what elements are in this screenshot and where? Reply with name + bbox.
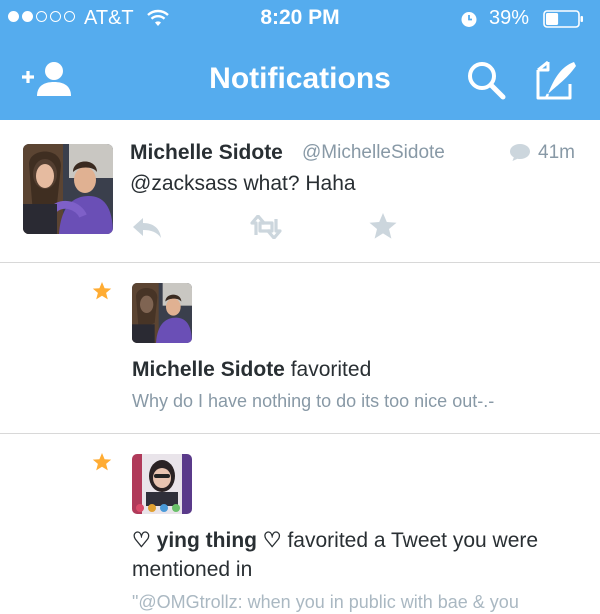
search-icon[interactable] [464,58,508,102]
header: AT&T 8:20 PM 39% Notifications [0,0,600,120]
page-title: Notifications [209,62,391,95]
avatar[interactable] [132,283,192,343]
retweet-icon[interactable] [248,215,284,239]
tweet-author-handle[interactable]: @MichelleSidote [302,142,445,164]
notification-action: favorited [284,358,372,381]
tweet-author-name[interactable]: Michelle Sidote [130,141,283,165]
tweet-text: @zacksass what? Haha [130,172,356,195]
alarm-icon [461,12,477,27]
star-icon [92,453,112,471]
notification-text: Michelle Sidote favorited [132,355,371,384]
reply-icon[interactable] [131,215,163,239]
notification-actor[interactable]: Michelle Sidote [132,358,285,381]
notification-item[interactable]: ♡ ying thing ♡ favorited a Tweet you wer… [0,434,600,614]
notification-snippet[interactable]: "@OMGtrollz: when you in public with bae… [132,592,519,613]
compose-icon[interactable] [534,58,580,102]
tweet-timestamp: 41m [538,142,575,163]
avatar[interactable] [132,454,192,514]
notification-item[interactable]: Michelle Sidote favorited Why do I have … [0,263,600,434]
status-bar: AT&T 8:20 PM 39% [0,0,600,40]
notification-text: ♡ ying thing ♡ favorited a Tweet you wer… [132,526,582,584]
battery-percent: 39% [489,7,530,29]
tweet-item[interactable]: Michelle Sidote @MichelleSidote 41m @zac… [0,120,600,263]
avatar[interactable] [23,144,113,234]
star-icon [92,282,112,300]
star-icon[interactable] [368,212,398,240]
notification-snippet[interactable]: Why do I have nothing to do its too nice… [132,391,494,412]
speech-bubble-icon [510,144,530,161]
notification-actor[interactable]: ♡ ying thing ♡ [132,529,282,552]
battery-icon [543,10,583,28]
